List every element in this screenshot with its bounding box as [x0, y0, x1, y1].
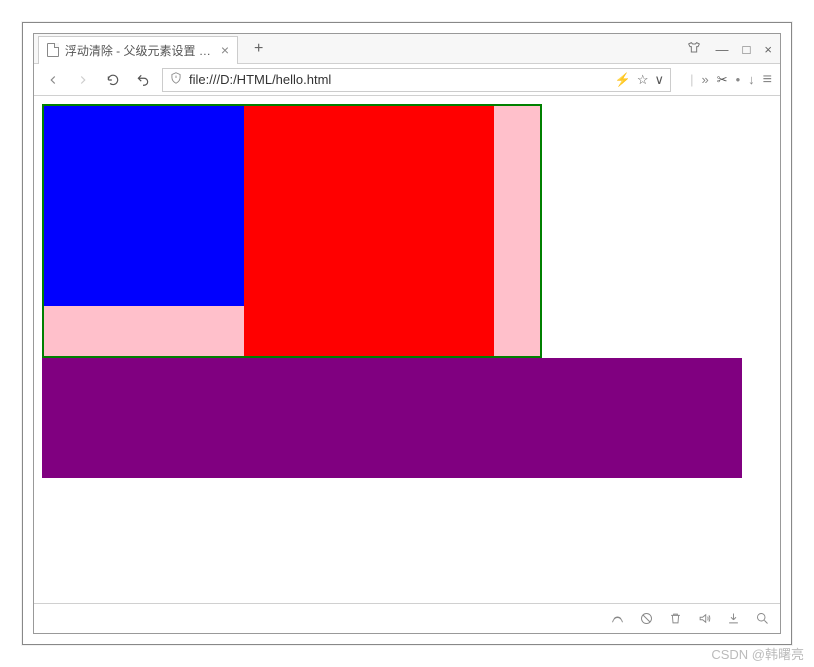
divider: | — [690, 72, 693, 87]
red-float-box — [244, 106, 494, 356]
menu-icon[interactable]: ≡ — [763, 71, 772, 89]
blue-float-box — [44, 106, 244, 306]
rendered-page — [34, 96, 780, 486]
titlebar: 浮动清除 - 父级元素设置 overfl × + — □ × — [34, 34, 780, 64]
download-icon[interactable] — [726, 611, 741, 626]
url-dropdown[interactable]: ∨ — [655, 72, 665, 88]
minimize-button[interactable]: — — [714, 40, 731, 59]
back-button[interactable] — [42, 71, 64, 89]
parent-box — [42, 104, 542, 358]
star-icon[interactable]: ☆ — [637, 72, 649, 88]
watermark: CSDN @韩曙亮 — [711, 644, 804, 663]
dot-icon[interactable]: • — [736, 72, 741, 87]
scissors-icon[interactable]: ✂ — [717, 72, 728, 88]
url-text: file:///D:/HTML/hello.html — [189, 72, 609, 87]
download-arrow-icon[interactable]: ↓ — [748, 72, 755, 87]
window-controls: — □ × — [684, 34, 774, 64]
block-icon[interactable] — [639, 611, 654, 626]
browser-tab[interactable]: 浮动清除 - 父级元素设置 overfl × — [38, 36, 238, 64]
purple-box — [42, 358, 742, 478]
screenshot-frame: 浮动清除 - 父级元素设置 overfl × + — □ × — [22, 22, 792, 645]
tab-title: 浮动清除 - 父级元素设置 overfl — [65, 42, 215, 59]
speed-icon[interactable] — [610, 611, 625, 626]
url-box[interactable]: file:///D:/HTML/hello.html ⚡ ☆ ∨ — [162, 68, 671, 92]
page-icon — [47, 43, 59, 57]
tshirt-icon[interactable] — [684, 38, 704, 61]
forward-button[interactable] — [72, 71, 94, 89]
volume-icon[interactable] — [697, 611, 712, 626]
status-bar — [34, 603, 780, 633]
shield-icon — [169, 71, 183, 88]
page-content — [34, 96, 780, 603]
browser-window: 浮动清除 - 父级元素设置 overfl × + — □ × — [33, 33, 781, 634]
bolt-icon[interactable]: ⚡ — [615, 72, 631, 88]
undo-button[interactable] — [132, 71, 154, 89]
toolbar-right: | » ✂ • ↓ ≡ — [679, 71, 772, 89]
trash-icon[interactable] — [668, 611, 683, 626]
reload-button[interactable] — [102, 71, 124, 89]
address-bar: file:///D:/HTML/hello.html ⚡ ☆ ∨ | » ✂ •… — [34, 64, 780, 96]
tab-close-button[interactable]: × — [221, 42, 229, 58]
new-tab-button[interactable]: + — [248, 40, 269, 58]
more-icon[interactable]: » — [701, 72, 708, 87]
search-icon[interactable] — [755, 611, 770, 626]
maximize-button[interactable]: □ — [741, 40, 753, 59]
close-window-button[interactable]: × — [762, 40, 774, 59]
